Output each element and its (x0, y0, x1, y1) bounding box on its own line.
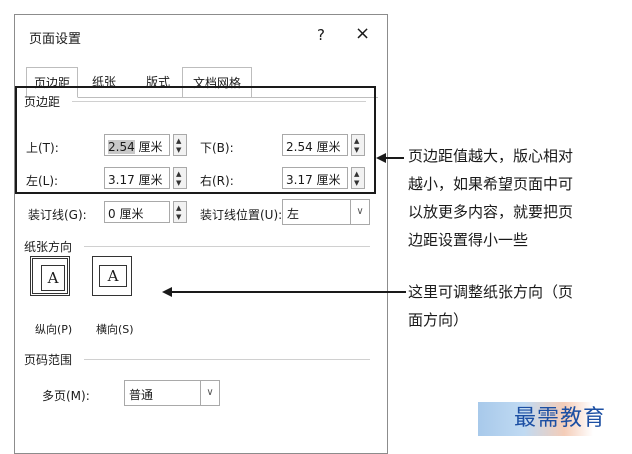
orientation-divider (84, 246, 370, 247)
dialog-title: 页面设置 (29, 32, 82, 47)
left-margin-label: 左(L): (26, 174, 59, 188)
spin-down-icon[interactable]: ▼ (176, 147, 181, 154)
bottom-margin-input[interactable]: 2.54 厘米 ▲ ▼ (282, 134, 365, 156)
portrait-label: 纵向(P) (35, 323, 73, 336)
multiple-pages-label: 多页(M): (42, 389, 90, 403)
spin-up-icon[interactable]: ▲ (354, 171, 359, 178)
gutter-position-label: 装订线位置(U): (200, 208, 283, 222)
gutter-value: 0 厘米 (108, 207, 144, 221)
arrowhead-margins-icon (376, 153, 386, 163)
landscape-page-icon: A (99, 265, 127, 287)
margins-section-label: 页边距 (24, 95, 61, 109)
close-button[interactable]: × (355, 23, 370, 44)
watermark-logo: 最需教育 (478, 398, 628, 438)
top-margin-label: 上(T): (26, 141, 59, 155)
landscape-button[interactable]: A (92, 256, 132, 296)
chevron-down-icon[interactable]: ∨ (200, 381, 219, 405)
pages-section-label: 页码范围 (24, 353, 73, 367)
spin-up-icon[interactable]: ▲ (176, 205, 181, 212)
margins-annotation: 页边距值越大，版心相对 越小，如果希望页面中可 以放更多内容，就要把页 边距设置… (408, 147, 574, 249)
landscape-label: 横向(S) (96, 323, 134, 336)
gutter-spinner[interactable]: ▲ ▼ (173, 201, 187, 223)
multiple-pages-select[interactable]: 普通 ∨ (124, 380, 220, 406)
gutter-input[interactable]: 0 厘米 ▲ ▼ (104, 201, 187, 223)
top-margin-input[interactable]: 2.54 厘米 ▲ ▼ (104, 134, 187, 156)
spin-down-icon[interactable]: ▼ (176, 214, 181, 221)
portrait-button[interactable]: A (30, 256, 70, 296)
chevron-down-icon[interactable]: ∨ (350, 200, 369, 224)
help-button[interactable]: ? (317, 26, 325, 44)
margins-divider (72, 101, 366, 102)
gutter-position-value: 左 (287, 207, 300, 221)
top-margin-unit: 厘米 (138, 140, 163, 154)
gutter-label: 装订线(G): (28, 208, 87, 222)
portrait-page-icon: A (41, 265, 65, 291)
multiple-pages-value: 普通 (129, 388, 154, 402)
left-margin-value: 3.17 厘米 (108, 173, 163, 187)
bottom-margin-value: 2.54 厘米 (286, 140, 341, 154)
bottom-margin-label: 下(B): (200, 141, 234, 155)
spin-down-icon[interactable]: ▼ (176, 180, 181, 187)
spin-up-icon[interactable]: ▲ (176, 138, 181, 145)
arrow-to-orientation (170, 291, 406, 293)
pages-divider (84, 359, 370, 360)
arrow-to-margins (384, 157, 404, 159)
right-margin-label: 右(R): (200, 174, 234, 188)
spin-down-icon[interactable]: ▼ (354, 180, 359, 187)
bottom-margin-spinner[interactable]: ▲ ▼ (351, 134, 365, 156)
top-margin-spinner[interactable]: ▲ ▼ (173, 134, 187, 156)
orientation-annotation: 这里可调整纸张方向（页 面方向） (408, 283, 574, 329)
left-margin-input[interactable]: 3.17 厘米 ▲ ▼ (104, 167, 187, 189)
spin-up-icon[interactable]: ▲ (176, 171, 181, 178)
arrowhead-orientation-icon (162, 287, 172, 297)
spin-up-icon[interactable]: ▲ (354, 138, 359, 145)
right-margin-input[interactable]: 3.17 厘米 ▲ ▼ (282, 167, 365, 189)
right-margin-spinner[interactable]: ▲ ▼ (351, 167, 365, 189)
gutter-position-select[interactable]: 左 ∨ (282, 199, 370, 225)
top-margin-value: 2.54 (108, 140, 135, 154)
left-margin-spinner[interactable]: ▲ ▼ (173, 167, 187, 189)
spin-down-icon[interactable]: ▼ (354, 147, 359, 154)
right-margin-value: 3.17 厘米 (286, 173, 341, 187)
orientation-section-label: 纸张方向 (24, 240, 73, 254)
